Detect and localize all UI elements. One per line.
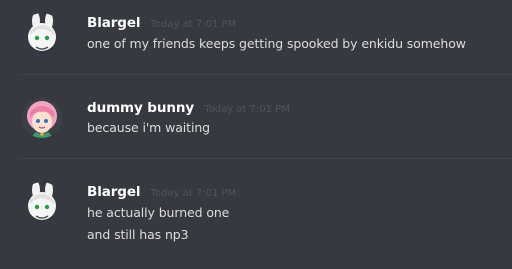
white-bunny-avatar-icon bbox=[22, 182, 62, 222]
timestamp[interactable]: Today at 7:01 PM bbox=[204, 104, 290, 115]
message-group-3: Blargel Today at 7:01 PM he actually bur… bbox=[0, 180, 512, 260]
timestamp[interactable]: Today at 7:01 PM bbox=[151, 19, 237, 30]
avatar[interactable] bbox=[22, 13, 62, 53]
message-text: he actually burned one bbox=[87, 205, 230, 220]
message-group-2: dummy bunny Today at 7:01 PM because i'm… bbox=[0, 96, 512, 151]
timestamp[interactable]: Today at 7:01 PM bbox=[151, 188, 237, 199]
username[interactable]: Blargel bbox=[87, 15, 141, 31]
avatar[interactable] bbox=[22, 182, 62, 222]
divider bbox=[20, 74, 512, 75]
pink-hair-girl-avatar-icon bbox=[22, 98, 62, 138]
username[interactable]: dummy bunny bbox=[87, 100, 194, 116]
message-header: Blargel Today at 7:01 PM bbox=[87, 181, 236, 200]
message-text: and still has np3 bbox=[87, 227, 189, 242]
message-group-1: Blargel Today at 7:01 PM one of my frien… bbox=[0, 11, 512, 71]
divider bbox=[20, 158, 512, 159]
message-header: Blargel Today at 7:01 PM bbox=[87, 12, 236, 31]
message-text: one of my friends keeps getting spooked … bbox=[87, 36, 466, 51]
username[interactable]: Blargel bbox=[87, 184, 141, 200]
message-header: dummy bunny Today at 7:01 PM bbox=[87, 97, 290, 116]
white-bunny-avatar-icon bbox=[22, 13, 62, 53]
message-text: because i'm waiting bbox=[87, 120, 211, 135]
avatar[interactable] bbox=[22, 98, 62, 138]
